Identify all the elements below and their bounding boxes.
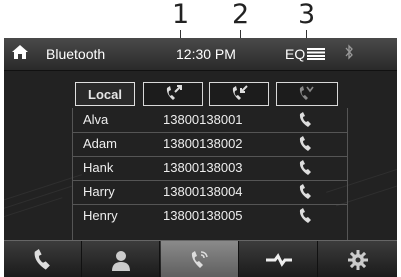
tab-local-label: Local	[88, 87, 122, 102]
nav-dial-button[interactable]	[4, 241, 82, 277]
phone-icon[interactable]	[298, 136, 314, 157]
contact-list: Alva 13800138001 Adam 13800138002 Hank 1…	[72, 108, 348, 258]
missed-calls-icon	[299, 86, 314, 100]
home-icon[interactable]	[11, 44, 29, 63]
equalizer-icon[interactable]	[307, 47, 325, 63]
list-item[interactable]: Alva 13800138001	[73, 108, 347, 133]
list-item[interactable]: Henry 13800138005	[73, 204, 347, 228]
list-item[interactable]: Hank 13800138003	[73, 156, 347, 181]
status-bar: Bluetooth 12:30 PM EQ	[4, 38, 397, 71]
gear-icon	[348, 249, 368, 270]
phone-icon[interactable]	[298, 112, 314, 133]
bluetooth-icon	[344, 44, 354, 63]
list-item[interactable]: Adam 13800138002	[73, 132, 347, 157]
contact-name: Alva	[83, 112, 109, 127]
head-unit-screen: Bluetooth 12:30 PM EQ Local Alva 1380013…	[4, 38, 397, 277]
nav-contacts-button[interactable]	[82, 241, 160, 277]
phone-icon	[34, 248, 50, 270]
phone-icon[interactable]	[298, 160, 314, 181]
contact-name: Harry	[83, 184, 115, 199]
nav-settings-button[interactable]	[319, 241, 397, 277]
link-icon	[265, 252, 292, 267]
tab-local[interactable]: Local	[75, 82, 135, 106]
contact-number: 13800138005	[163, 208, 243, 223]
nav-link-button[interactable]	[240, 241, 318, 277]
received-calls-icon	[232, 85, 248, 100]
phone-icon[interactable]	[298, 208, 314, 229]
contact-number: 13800138004	[163, 184, 243, 199]
contact-name: Hank	[83, 160, 114, 175]
tab-received-calls[interactable]	[209, 82, 269, 106]
contact-name: Henry	[83, 208, 118, 223]
phone-icon[interactable]	[298, 184, 314, 205]
person-icon	[111, 250, 130, 271]
app-title: Bluetooth	[46, 46, 106, 62]
call-log-icon	[191, 250, 208, 268]
callout-3: 3	[298, 0, 316, 30]
nav-call-log-button[interactable]	[161, 241, 239, 277]
list-item[interactable]: Harry 13800138004	[73, 180, 347, 205]
callout-1: 1	[172, 0, 190, 30]
contact-number: 13800138001	[163, 112, 243, 127]
tab-dialed-calls[interactable]	[143, 82, 203, 106]
dialed-calls-icon	[166, 85, 182, 100]
clock: 12:30 PM	[176, 46, 236, 62]
contact-number: 13800138003	[163, 160, 243, 175]
contact-number: 13800138002	[163, 136, 243, 151]
contact-name: Adam	[83, 136, 117, 151]
eq-label[interactable]: EQ	[285, 46, 305, 62]
bottom-nav	[4, 240, 397, 277]
tab-missed-calls[interactable]	[276, 82, 338, 106]
callout-2: 2	[232, 0, 250, 30]
